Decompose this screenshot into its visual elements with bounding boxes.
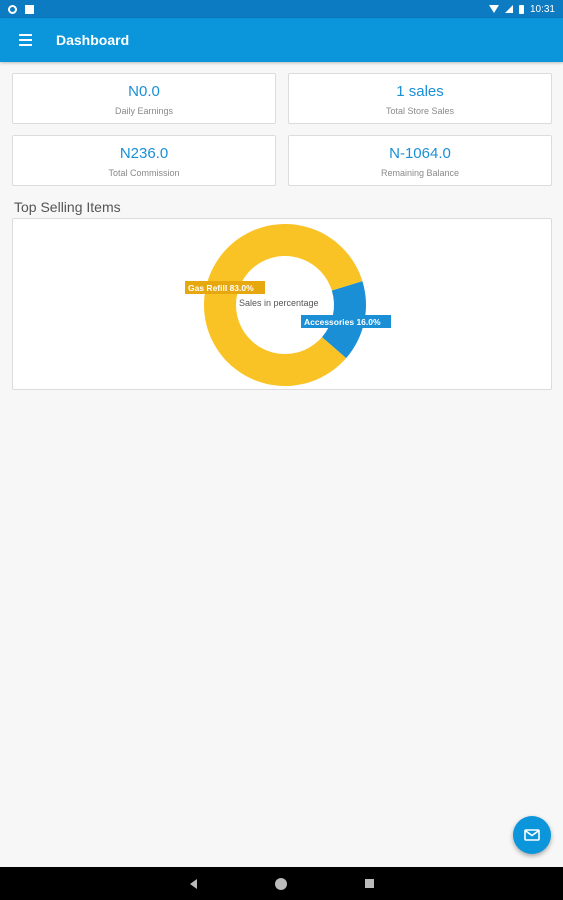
signal-icon bbox=[504, 5, 513, 13]
daily-earnings-value: N0.0 bbox=[128, 83, 160, 100]
navigation-bar bbox=[0, 867, 563, 900]
app-bar: Dashboard bbox=[0, 18, 563, 62]
chart-center-label: Sales in percentage bbox=[239, 298, 319, 308]
section-title: Top Selling Items bbox=[14, 199, 121, 215]
home-icon[interactable] bbox=[274, 877, 287, 890]
total-commission-card[interactable]: N236.0 Total Commission bbox=[12, 135, 276, 186]
remaining-balance-value: N-1064.0 bbox=[389, 145, 451, 162]
slice-label-accessories: Accessories 16.0% bbox=[301, 315, 391, 328]
notification-icon bbox=[8, 4, 17, 14]
status-bar: 10:31 bbox=[0, 0, 563, 18]
menu-icon[interactable] bbox=[4, 18, 46, 62]
total-commission-value: N236.0 bbox=[119, 145, 169, 162]
top-selling-chart-card: Gas Refill 83.0% Accessories 16.0% Sales i… bbox=[12, 218, 552, 390]
total-commission-label: Total Commission bbox=[108, 168, 180, 178]
mail-icon bbox=[524, 829, 540, 841]
status-time: 10:31 bbox=[529, 3, 555, 15]
daily-earnings-label: Daily Earnings bbox=[114, 106, 174, 116]
total-store-sales-card[interactable]: 1 sales Total Store Sales bbox=[288, 73, 552, 124]
recent-apps-icon[interactable] bbox=[364, 879, 374, 888]
sd-card-icon bbox=[25, 4, 34, 14]
remaining-balance-card[interactable]: N-1064.0 Remaining Balance bbox=[288, 135, 552, 186]
page-title: Dashboard bbox=[56, 32, 130, 48]
mail-button[interactable] bbox=[513, 816, 551, 854]
slice-label-gas-refill: Gas Refill 83.0% bbox=[185, 281, 265, 294]
total-store-sales-label: Total Store Sales bbox=[385, 106, 455, 116]
wifi-icon bbox=[488, 5, 499, 13]
total-store-sales-value: 1 sales bbox=[396, 83, 444, 100]
daily-earnings-card[interactable]: N0.0 Daily Earnings bbox=[12, 73, 276, 124]
battery-icon bbox=[518, 4, 524, 14]
svg-text:Gas Refill 83.0%: Gas Refill 83.0% bbox=[188, 283, 254, 293]
svg-text:Accessories 16.0%: Accessories 16.0% bbox=[304, 317, 381, 327]
remaining-balance-label: Remaining Balance bbox=[380, 168, 460, 178]
donut-chart[interactable]: Gas Refill 83.0% Accessories 16.0% Sales i… bbox=[13, 219, 553, 391]
back-icon[interactable] bbox=[189, 878, 197, 889]
